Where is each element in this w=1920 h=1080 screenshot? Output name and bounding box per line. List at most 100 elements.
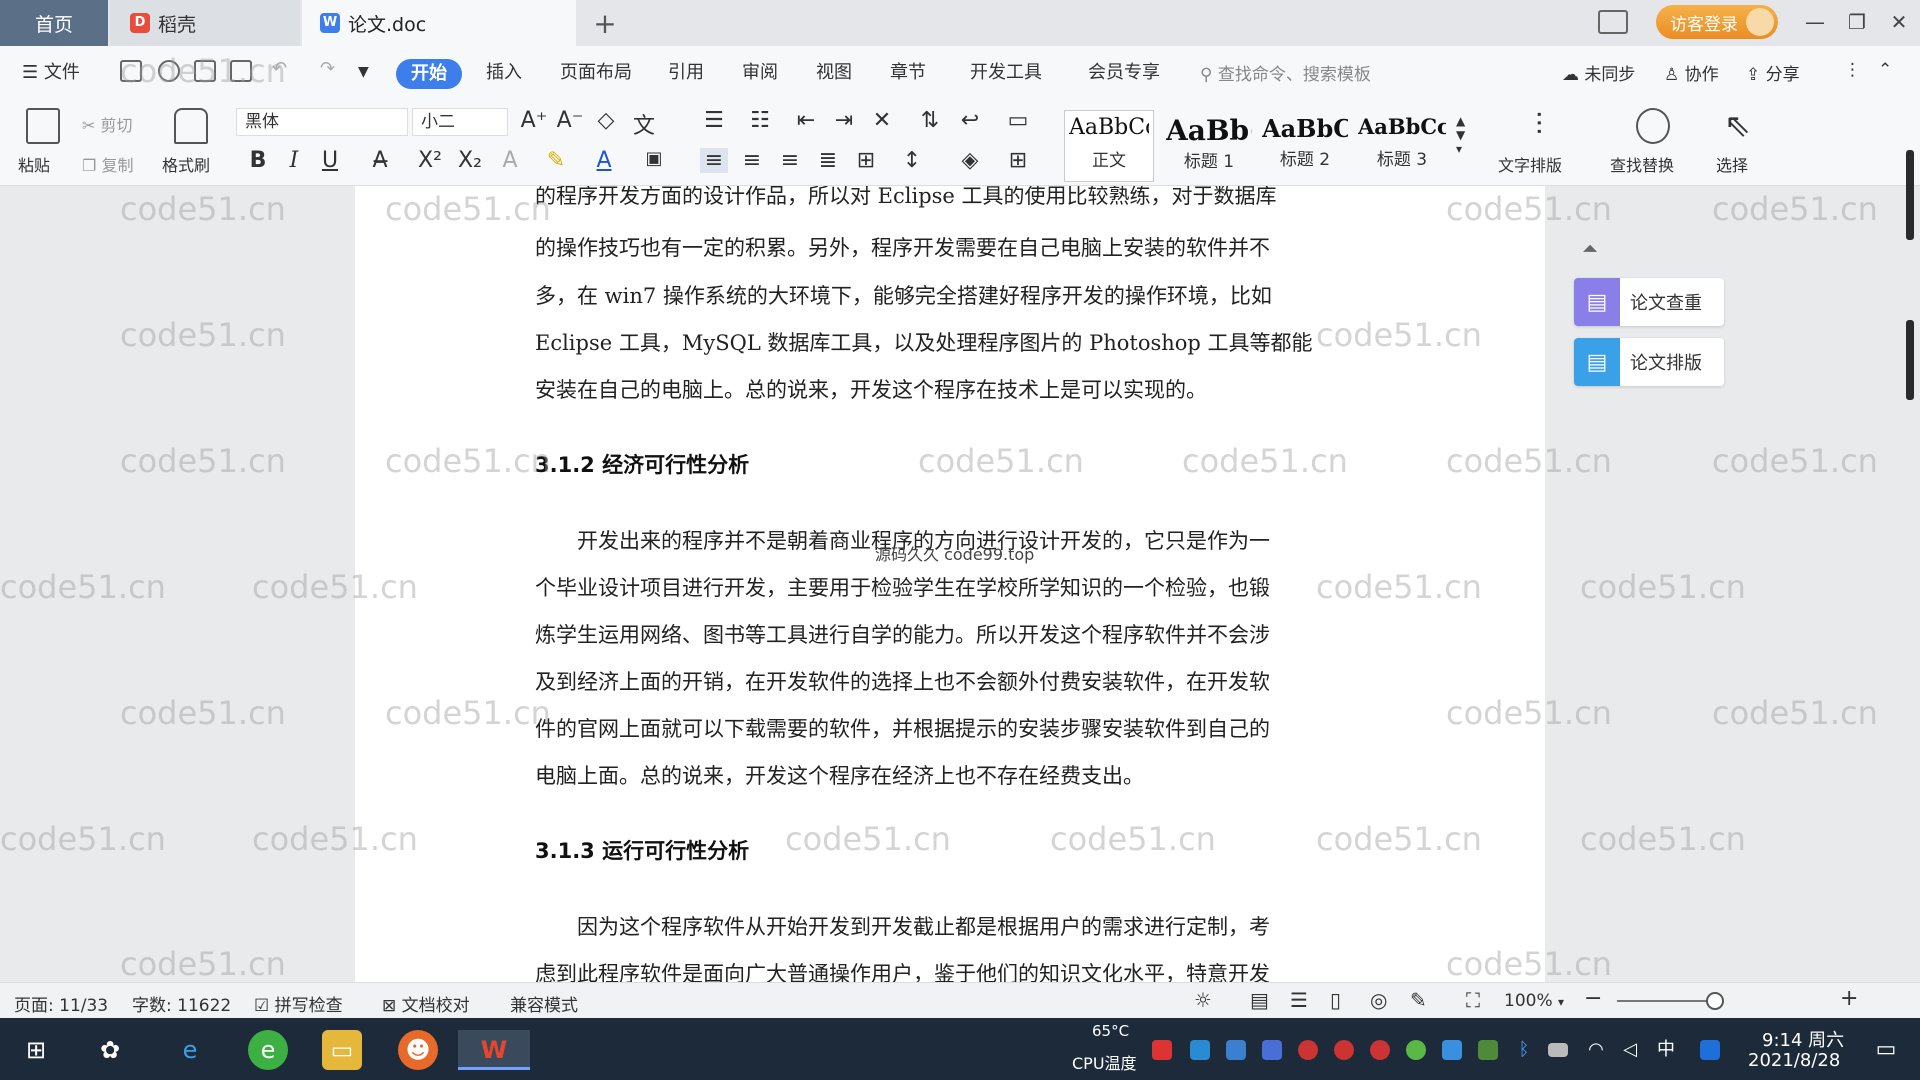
styles-scroll-icon[interactable]: ▲ ▼ ▾ [1456, 114, 1465, 156]
share-button[interactable]: ⇪ 分享 [1746, 60, 1800, 85]
tray-icon-gpu[interactable] [1478, 1040, 1498, 1060]
thesis-check-button[interactable]: ▤ 论文查重 [1574, 278, 1724, 326]
notifications-icon[interactable]: ▭ [1866, 1030, 1906, 1070]
font-name-select[interactable]: 黑体 [236, 108, 408, 136]
style-heading-2[interactable]: AaBbC 标题 2 [1258, 110, 1352, 182]
file-menu[interactable]: ☰ 文件 [22, 58, 80, 84]
pinwheel-app-icon[interactable]: ✿ [90, 1030, 130, 1070]
cut-button[interactable]: ✂ 剪切 [82, 112, 133, 136]
tab-daoke[interactable]: D 稻壳 [110, 0, 300, 46]
tab-document[interactable]: W 论文.doc [302, 0, 576, 46]
paste-icon[interactable] [26, 108, 60, 144]
redo-icon[interactable]: ↷ [320, 58, 335, 79]
subscript-icon[interactable]: X₂ [456, 148, 484, 173]
menu-view[interactable]: 视图 [816, 58, 852, 84]
text-layout-button[interactable]: 文字排版 [1498, 152, 1562, 176]
font-color-icon[interactable]: A [590, 148, 618, 173]
select-button[interactable]: 选择 [1716, 152, 1748, 176]
new-tab-button[interactable]: + [580, 0, 630, 46]
print-preview-icon[interactable] [230, 60, 252, 82]
volume-icon[interactable]: ◁ [1620, 1040, 1640, 1060]
file-explorer-icon[interactable]: ▭ [322, 1030, 362, 1070]
reading-view-icon[interactable]: ▯ [1330, 988, 1341, 1012]
underline-button[interactable]: U [316, 148, 344, 173]
web-view-icon[interactable]: ◎ [1370, 988, 1387, 1012]
grow-font-icon[interactable]: A⁺ [520, 108, 548, 133]
spell-check-button[interactable]: ☑ 拼写检查 [254, 991, 343, 1016]
tray-icon-green[interactable] [1406, 1040, 1426, 1060]
zoom-out-icon[interactable]: − [1584, 986, 1602, 1011]
zoom-slider-handle[interactable] [1706, 992, 1724, 1010]
format-painter-icon[interactable] [174, 108, 208, 144]
quick-access-dropdown-icon[interactable]: ▼ [358, 64, 369, 80]
tray-icon-cloud[interactable] [1442, 1040, 1462, 1060]
menu-review[interactable]: 审阅 [742, 58, 778, 84]
find-replace-icon[interactable] [1636, 108, 1670, 144]
tray-icon-red[interactable] [1152, 1040, 1172, 1060]
char-border-icon[interactable]: ▣ [640, 148, 668, 169]
sort-icon[interactable]: ⇅ [916, 108, 944, 133]
italic-button[interactable]: I [280, 148, 308, 173]
bold-button[interactable]: B [244, 148, 272, 173]
menu-chapter[interactable]: 章节 [890, 58, 926, 84]
eye-protection-icon[interactable]: ☼ [1194, 988, 1212, 1012]
show-marks-icon[interactable]: ↩ [956, 108, 984, 133]
text-effect-icon[interactable]: A [496, 148, 524, 173]
page-view-icon[interactable]: ▤ [1250, 988, 1269, 1012]
decrease-indent-icon[interactable]: ⇤ [792, 108, 820, 133]
clock-date[interactable]: 2021/8/28 [1748, 1050, 1840, 1071]
fit-page-icon[interactable]: ⛶ [1466, 988, 1480, 1012]
phonetic-icon[interactable]: 文 [630, 108, 658, 140]
command-search[interactable]: ⚲ 查找命令、搜索模板 [1200, 60, 1371, 85]
align-center-icon[interactable]: ≡ [738, 148, 766, 173]
undo-icon[interactable]: ↶ [272, 58, 287, 79]
layout-toggle-icon[interactable] [1598, 10, 1628, 34]
line-spacing-icon[interactable]: ↕ [898, 148, 926, 173]
search-tray-icon[interactable] [1700, 1040, 1720, 1060]
menu-member[interactable]: 会员专享 [1088, 58, 1160, 84]
text-layout-icon[interactable]: ⫶ [1522, 108, 1556, 144]
tray-icon-penguin[interactable] [1298, 1040, 1318, 1060]
scrollbar-thumb[interactable] [1906, 150, 1914, 240]
print-icon[interactable] [194, 60, 216, 82]
menu-insert[interactable]: 插入 [486, 58, 522, 84]
shading-icon[interactable]: ◈ [956, 148, 984, 173]
minimize-button[interactable]: — [1798, 6, 1832, 38]
zoom-slider-track[interactable] [1617, 1000, 1717, 1002]
recorder-app-icon[interactable]: ☻ [398, 1030, 438, 1070]
menu-start[interactable]: 开始 [396, 59, 462, 89]
scrollbar-thumb-secondary[interactable] [1906, 320, 1914, 400]
chinese-layout-icon[interactable]: ✕ [868, 108, 896, 133]
sync-status-button[interactable]: ☁ 未同步 [1562, 60, 1635, 85]
tray-icon-penguin-2[interactable] [1334, 1040, 1354, 1060]
collapse-ribbon-icon[interactable]: ⌃ [1878, 60, 1892, 80]
page-count[interactable]: 页面: 11/33 [14, 991, 108, 1016]
tray-icon-network-monitor[interactable] [1226, 1040, 1246, 1060]
zoom-in-icon[interactable]: + [1840, 986, 1858, 1011]
borders-icon[interactable]: ⊞ [1004, 148, 1032, 173]
cursor-icon[interactable]: ⇖ [1724, 106, 1751, 144]
tray-icon-blue[interactable] [1190, 1040, 1210, 1060]
increase-indent-icon[interactable]: ⇥ [830, 108, 858, 133]
collapse-panel-icon[interactable]: ⏶ [1582, 236, 1598, 260]
thesis-layout-button[interactable]: ▤ 论文排版 [1574, 338, 1724, 386]
export-icon[interactable] [158, 60, 180, 82]
collab-button[interactable]: ♙ 协作 [1664, 60, 1719, 85]
ie-browser-icon[interactable]: e [170, 1030, 210, 1070]
bullet-list-icon[interactable]: ☰ [700, 108, 728, 133]
restore-button[interactable]: ❐ [1840, 6, 1874, 38]
style-normal[interactable]: AaBbCcI 正文 [1064, 110, 1154, 182]
more-icon[interactable]: ⋮ [1844, 60, 1861, 80]
wps-taskbar-icon[interactable]: W [458, 1030, 530, 1070]
document-page[interactable]: 的程序开发方面的设计作品，所以对 Eclipse 工具的使用比较熟练，对于数据库… [355, 186, 1545, 1018]
justify-icon[interactable]: ≣ [814, 148, 842, 173]
tray-icon-penguin-3[interactable] [1370, 1040, 1390, 1060]
wifi-icon[interactable]: ◠ [1586, 1040, 1606, 1060]
align-right-icon[interactable]: ≡ [776, 148, 804, 173]
battery-icon[interactable] [1548, 1043, 1568, 1057]
copy-button[interactable]: ❐ 复制 [82, 152, 133, 176]
save-icon[interactable] [120, 60, 142, 82]
word-count[interactable]: 字数: 11622 [132, 991, 231, 1016]
menu-references[interactable]: 引用 [668, 58, 704, 84]
zoom-level[interactable]: 100% ▾ [1504, 991, 1564, 1011]
